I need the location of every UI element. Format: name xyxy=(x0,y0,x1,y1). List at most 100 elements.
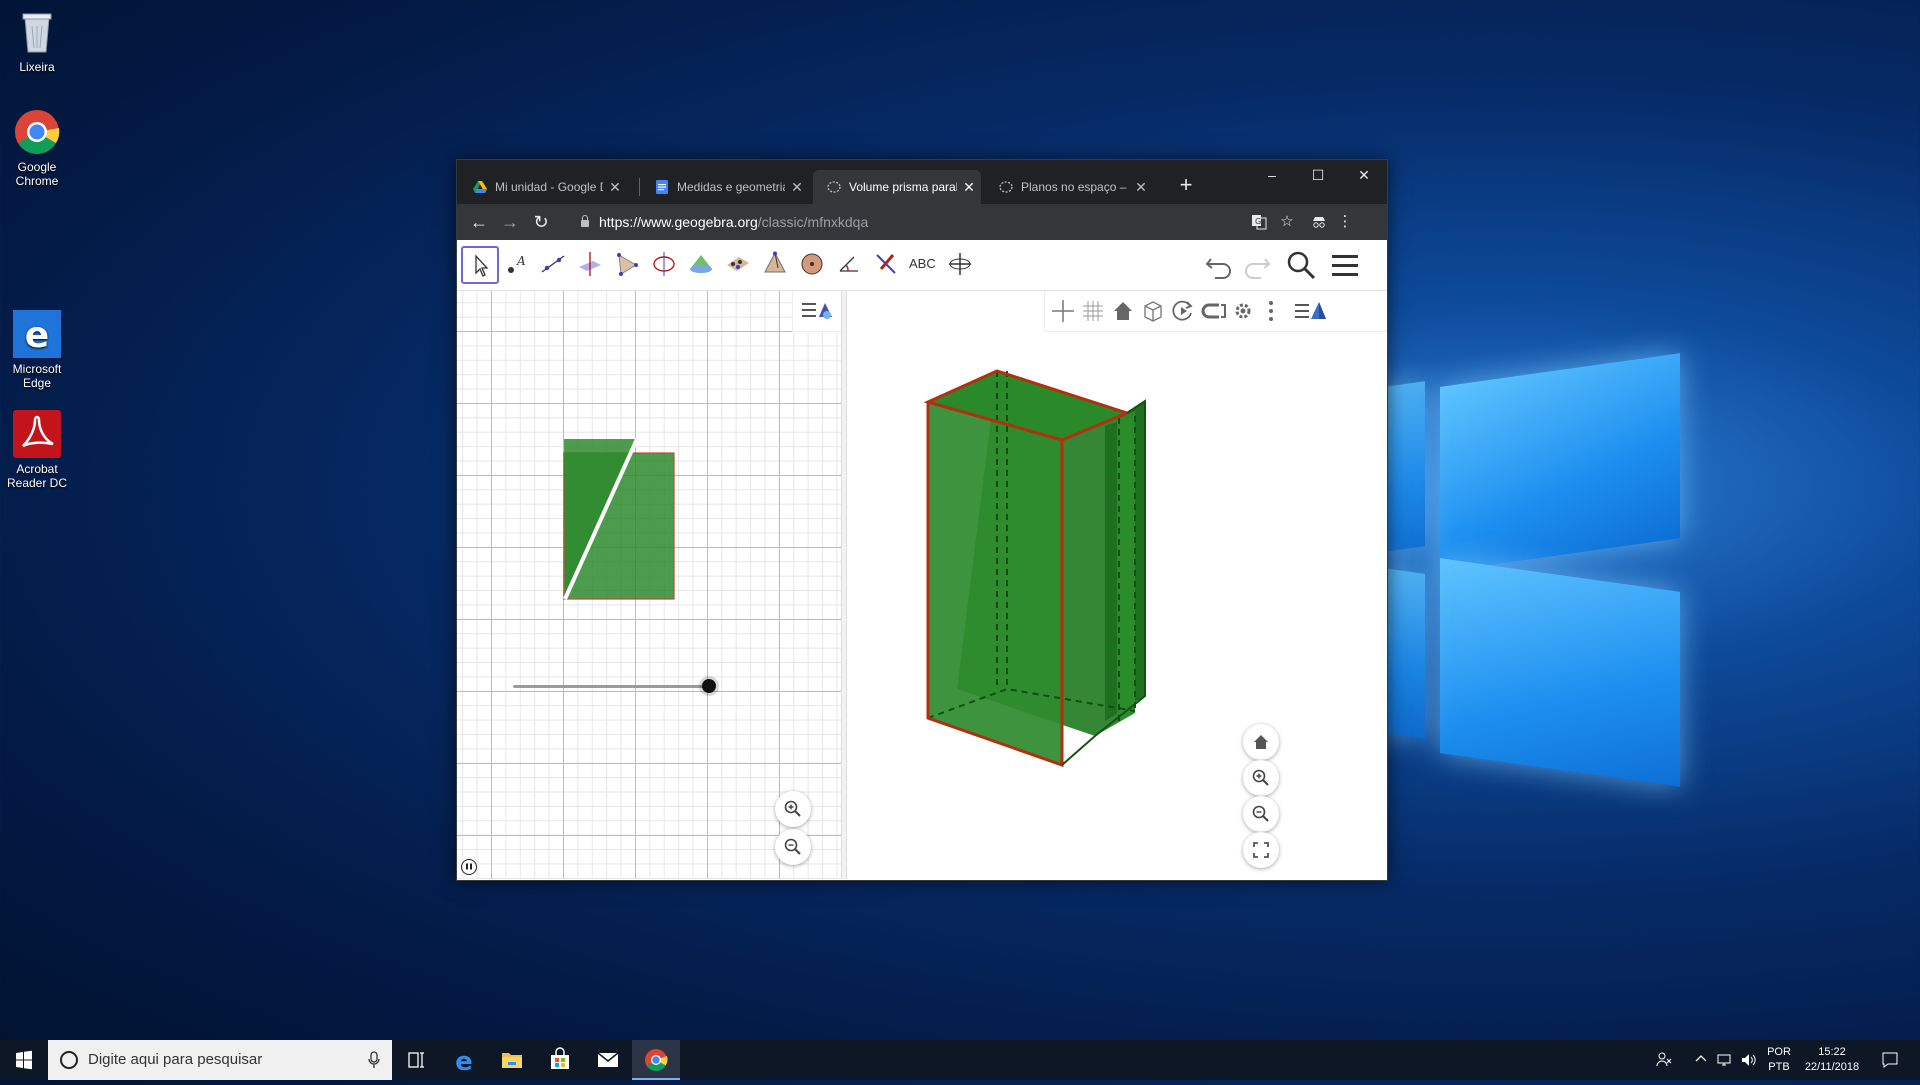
new-tab-button[interactable]: + xyxy=(1174,174,1198,198)
clock[interactable]: 15:22 22/11/2018 xyxy=(1800,1045,1864,1075)
move-tool-button[interactable] xyxy=(461,246,499,284)
line-tool-button[interactable] xyxy=(535,246,573,284)
pause-animation-button[interactable] xyxy=(461,859,477,875)
polygon-tool-button[interactable] xyxy=(609,246,647,284)
pyramid-tool-button[interactable] xyxy=(757,246,795,284)
reload-button[interactable]: ↻ xyxy=(529,210,553,234)
chrome-menu-icon[interactable]: ⋮ xyxy=(1333,210,1357,234)
taskbar-edge[interactable]: e xyxy=(440,1040,488,1080)
zoom-out-3d-button[interactable] xyxy=(1243,796,1279,832)
network-icon[interactable] xyxy=(1714,1052,1736,1073)
start-button[interactable] xyxy=(0,1040,48,1080)
task-view-icon xyxy=(408,1052,424,1068)
tab-google-drive[interactable]: Mi unidad - Google D ✕ xyxy=(459,170,627,204)
zoom-in-2d-button[interactable] xyxy=(775,791,811,827)
chrome-icon xyxy=(13,108,61,156)
zoom-in-icon xyxy=(784,800,801,817)
home-3d-button[interactable] xyxy=(1243,724,1279,760)
show-hidden-icons-chevron-icon[interactable] xyxy=(1690,1052,1712,1071)
graphics-view-2d[interactable] xyxy=(457,291,841,879)
clock-date: 22/11/2018 xyxy=(1804,1061,1860,1073)
intersect-surfaces-tool-button[interactable] xyxy=(683,246,721,284)
people-icon[interactable] xyxy=(1650,1050,1678,1073)
microphone-icon[interactable] xyxy=(368,1051,380,1069)
pause-icon xyxy=(466,863,472,870)
action-center-icon[interactable] xyxy=(1870,1051,1910,1074)
address-bar-row: ← → ↻ https://www.geogebra.org/classic/m… xyxy=(457,204,1387,240)
close-window-button[interactable]: ✕ xyxy=(1341,160,1387,190)
text-tool-button[interactable]: ABC xyxy=(905,246,943,284)
tab-google-docs[interactable]: Medidas e geometria ✕ xyxy=(641,170,809,204)
desktop-icon-recycle-bin[interactable]: Lixeira xyxy=(6,8,68,74)
sphere-tool-button[interactable] xyxy=(794,246,832,284)
prism-front-face xyxy=(928,402,1062,765)
point-tool-button[interactable]: A xyxy=(498,246,536,284)
slider-track[interactable] xyxy=(513,685,709,688)
tab-separator xyxy=(639,178,640,196)
rotate-view-tool-button[interactable] xyxy=(942,246,980,284)
language-indicator[interactable]: POR PTB xyxy=(1762,1045,1796,1075)
windows-start-icon xyxy=(16,1050,32,1070)
desktop-icon-acrobat[interactable]: Acrobat Reader DC xyxy=(6,410,68,490)
volume-icon[interactable] xyxy=(1738,1052,1760,1073)
fullscreen-button[interactable] xyxy=(1243,832,1279,868)
tab-close-icon[interactable]: ✕ xyxy=(1129,179,1153,196)
zoom-in-3d-button[interactable] xyxy=(1243,760,1279,796)
taskbar-store[interactable] xyxy=(536,1040,584,1080)
bookmark-star-icon[interactable]: ☆ xyxy=(1275,210,1299,234)
taskbar-search-box[interactable]: Digite aqui para pesquisar xyxy=(48,1040,392,1080)
maximize-button[interactable]: ☐ xyxy=(1295,160,1341,190)
plane-tool-button[interactable] xyxy=(720,246,758,284)
folder-icon xyxy=(502,1053,522,1068)
line-icon xyxy=(541,255,565,273)
undo-icon xyxy=(1205,258,1231,279)
keyboard-layout: PTB xyxy=(1768,1061,1790,1073)
angle-tool-button[interactable] xyxy=(831,246,869,284)
zoom-out-2d-button[interactable] xyxy=(775,829,811,865)
circle-axis-tool-button[interactable] xyxy=(646,246,684,284)
tab-geogebra-planos[interactable]: Planos no espaço – G ✕ xyxy=(985,170,1153,204)
edge-icon: e xyxy=(13,310,61,358)
undo-button[interactable] xyxy=(1203,249,1237,281)
zoom-out-icon xyxy=(784,838,801,855)
graphics-view-3d[interactable] xyxy=(847,291,1387,879)
zoom-in-icon xyxy=(1252,769,1269,786)
windows-taskbar: Digite aqui para pesquisar e POR PTB 15:… xyxy=(0,1040,1920,1080)
tab-close-icon[interactable]: ✕ xyxy=(785,179,809,196)
tab-close-icon[interactable]: ✕ xyxy=(957,179,981,196)
reflect-tool-button[interactable] xyxy=(868,246,906,284)
clock-time: 15:22 xyxy=(1818,1046,1846,1058)
search-button[interactable] xyxy=(1285,249,1319,281)
tab-strip: Mi unidad - Google D ✕ Medidas e geometr… xyxy=(457,160,1387,204)
tab-title: Volume prisma paralel xyxy=(849,180,957,194)
back-button[interactable]: ← xyxy=(467,210,491,234)
tab-close-icon[interactable]: ✕ xyxy=(603,179,627,196)
taskbar-mail[interactable] xyxy=(584,1040,632,1080)
reflect-plane-icon xyxy=(876,254,896,274)
home-icon xyxy=(1254,735,1268,749)
main-menu-button[interactable] xyxy=(1329,249,1363,281)
cortana-icon xyxy=(60,1051,78,1069)
desktop-icon-label: Microsoft Edge xyxy=(12,362,62,390)
url-field[interactable]: https://www.geogebra.org/classic/mfnxkdq… xyxy=(581,210,1171,234)
incognito-icon[interactable] xyxy=(1307,210,1331,234)
tab-geogebra-volume-active[interactable]: Volume prisma paralel ✕ xyxy=(813,170,981,204)
desktop-icon-chrome[interactable]: Google Chrome xyxy=(6,108,68,188)
desktop-icon-label: Google Chrome xyxy=(15,160,59,188)
taskbar-chrome-active[interactable] xyxy=(632,1040,680,1080)
recycle-bin-icon xyxy=(13,8,61,56)
angle-icon xyxy=(839,256,858,272)
minimize-button[interactable]: – xyxy=(1249,160,1295,190)
translate-icon[interactable]: G xyxy=(1247,210,1271,234)
forward-button[interactable]: → xyxy=(498,210,522,234)
perpendicular-line-tool-button[interactable] xyxy=(572,246,610,284)
circle-axis-icon xyxy=(653,252,675,276)
perpendicular-plane-icon xyxy=(579,252,601,276)
desktop-icon-edge[interactable]: e Microsoft Edge xyxy=(6,310,68,390)
redo-button[interactable] xyxy=(1241,249,1275,281)
taskbar-file-explorer[interactable] xyxy=(488,1040,536,1080)
task-view-button[interactable] xyxy=(392,1040,440,1080)
slider-knob[interactable] xyxy=(702,679,716,693)
arrow-cursor-icon xyxy=(475,254,489,277)
mail-icon xyxy=(597,1052,619,1067)
